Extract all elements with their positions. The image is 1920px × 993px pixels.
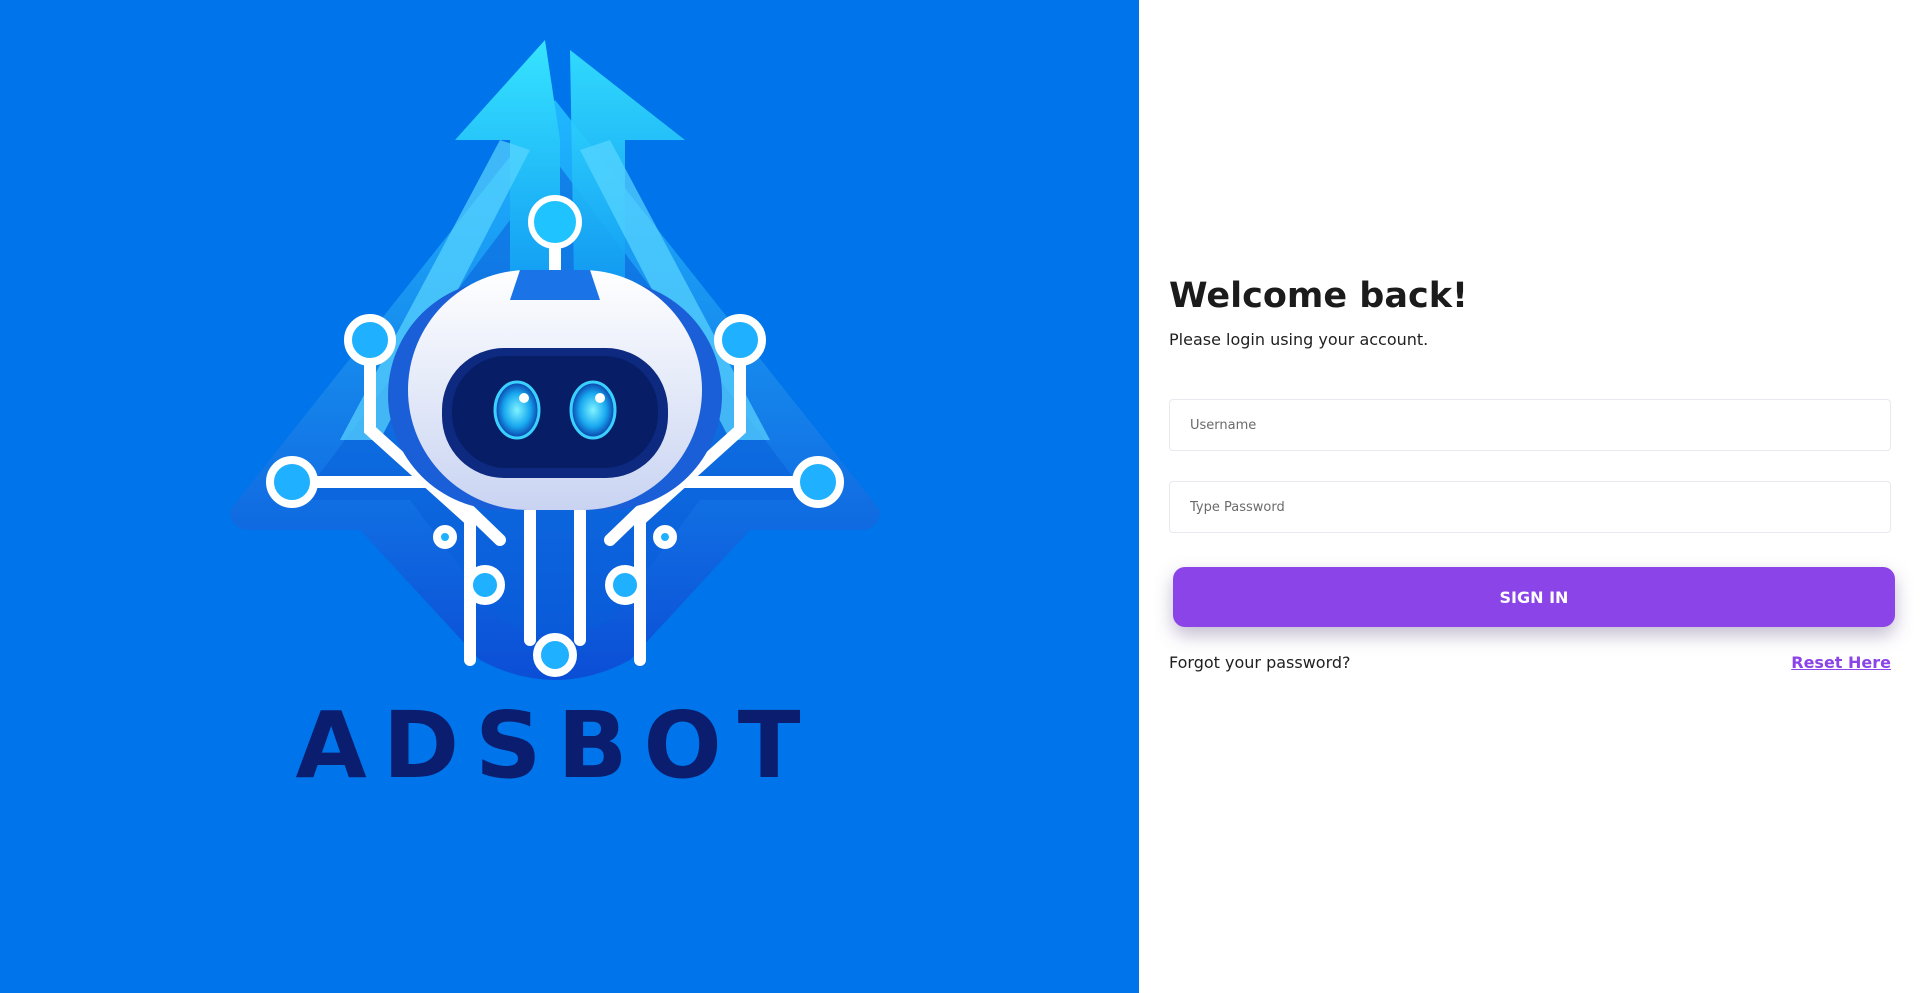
password-reset-row: Forgot your password? Reset Here [1169,653,1891,672]
sign-in-button[interactable]: SIGN IN [1173,567,1895,627]
brand-panel: ADSBOT [0,0,1139,993]
login-page: ADSBOT Welcome back! Please login using … [0,0,1920,993]
username-input[interactable] [1169,399,1891,451]
forgot-password-text: Forgot your password? [1169,653,1351,672]
page-title: Welcome back! [1169,276,1468,316]
login-panel: Welcome back! Please login using your ac… [1139,0,1920,993]
robot-logo-icon [230,40,880,680]
page-subtitle: Please login using your account. [1169,330,1429,349]
brand-name: ADSBOT [295,692,817,799]
login-form: Welcome back! Please login using your ac… [1169,274,1895,672]
password-input[interactable] [1169,481,1891,533]
reset-password-link[interactable]: Reset Here [1791,653,1891,672]
